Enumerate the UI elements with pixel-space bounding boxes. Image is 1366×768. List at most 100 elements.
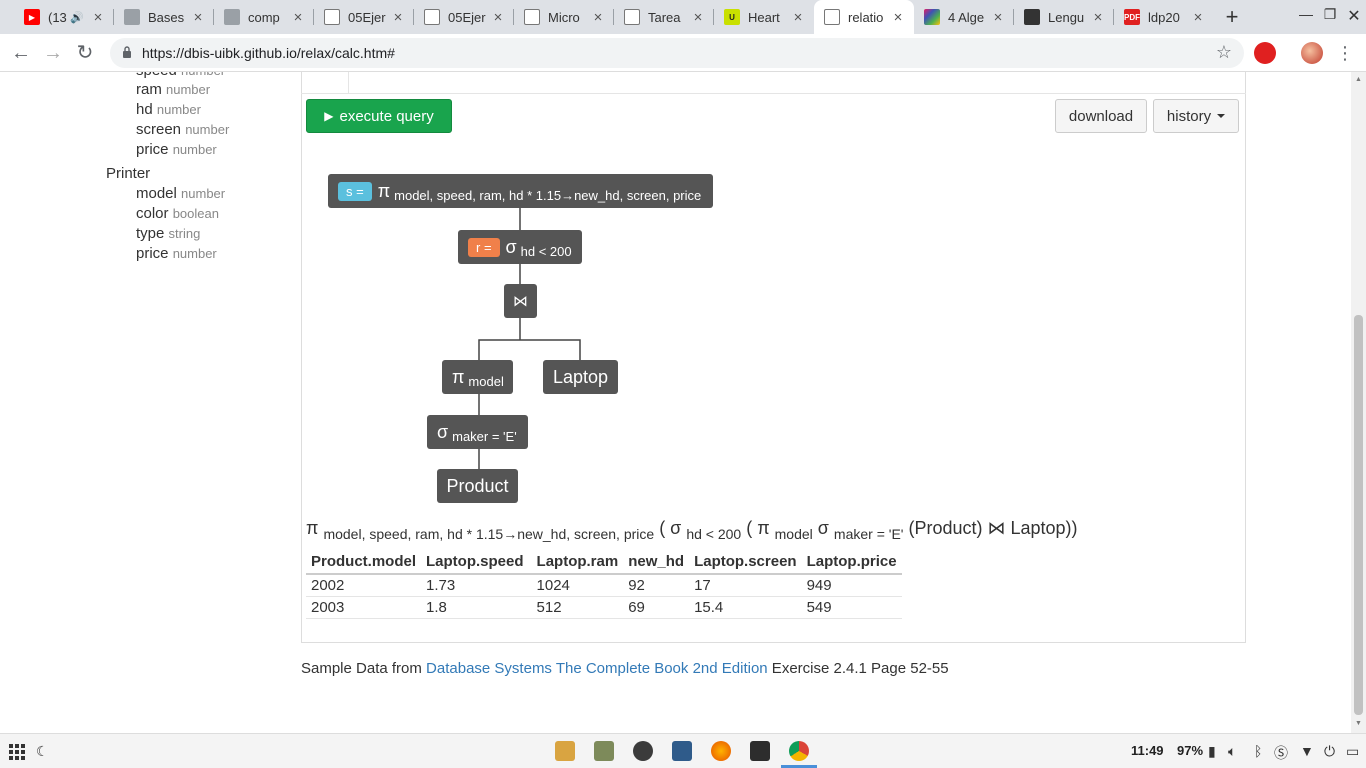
projection-node-model[interactable]: π model	[442, 360, 513, 394]
minimize-icon[interactable]: —	[1294, 6, 1318, 26]
tab-title: Tarea	[648, 9, 681, 25]
youtube-icon: ▶	[24, 9, 40, 25]
document-icon	[324, 9, 340, 25]
heart-site-icon: U	[724, 9, 740, 25]
browser-tab[interactable]: U Heart ×	[714, 0, 814, 34]
column-header: Laptop.speed	[421, 550, 532, 575]
clock[interactable]: 11:49	[1131, 743, 1164, 758]
reload-icon[interactable]: ↻	[72, 40, 98, 66]
table-cell: 1.73	[421, 574, 532, 597]
join-node[interactable]: ⋈	[504, 284, 537, 318]
url-text: https://dbis-uibk.github.io/relax/calc.h…	[142, 45, 395, 61]
scroll-down-icon[interactable]: ▼	[1355, 720, 1362, 727]
notifications-icon[interactable]: ▭	[1346, 743, 1359, 760]
browser-toolbar: ← → ↻ https://dbis-uibk.github.io/relax/…	[0, 34, 1366, 72]
power-icon[interactable]: ⏻	[1324, 743, 1335, 760]
close-icon[interactable]: ×	[1090, 9, 1106, 26]
table-header-row: Product.model Laptop.speed Laptop.ram ne…	[306, 550, 902, 575]
variable-badge-r: r =	[468, 237, 500, 257]
app-grid-icon[interactable]	[8, 743, 26, 761]
speaker-icon[interactable]: 🔊	[70, 11, 84, 24]
close-icon[interactable]: ×	[390, 9, 406, 26]
firefox-icon[interactable]	[711, 741, 731, 761]
column-header: Laptop.screen	[689, 550, 802, 575]
projection-node-s[interactable]: s = π model, speed, ram, hd * 1.15→new_hd…	[328, 174, 713, 208]
browser-tab[interactable]: Lengu ×	[1014, 0, 1114, 34]
browser-tab[interactable]: 05Ejer ×	[314, 0, 414, 34]
close-icon[interactable]: ×	[590, 9, 606, 26]
scroll-up-icon[interactable]: ▲	[1355, 76, 1362, 83]
battery-icon[interactable]: ▮	[1208, 743, 1216, 760]
close-icon[interactable]: ×	[790, 9, 806, 26]
browser-tab[interactable]: Bases ×	[114, 0, 214, 34]
table-cell: 512	[531, 596, 624, 619]
chrome-icon[interactable]	[789, 741, 809, 761]
browser-tab[interactable]: Micro ×	[514, 0, 614, 34]
close-icon[interactable]: ×	[290, 9, 306, 26]
bluetooth-icon[interactable]: ᛒ	[1254, 743, 1262, 759]
lock-icon	[123, 46, 131, 58]
close-icon[interactable]: ×	[690, 9, 706, 26]
browser-tab-active[interactable]: relatio ×	[814, 0, 914, 34]
back-icon[interactable]: ←	[8, 40, 34, 66]
browser-tab[interactable]: 05Ejer ×	[414, 0, 514, 34]
terminal-icon[interactable]	[750, 741, 770, 761]
profile-avatar[interactable]	[1301, 42, 1323, 64]
extension-stop-icon[interactable]	[1254, 42, 1276, 64]
close-icon[interactable]: ×	[90, 9, 106, 26]
table-cell: 1.8	[421, 596, 532, 619]
battery-percent[interactable]: 97%	[1177, 743, 1203, 758]
downloads-icon[interactable]	[555, 741, 575, 761]
pdf-icon: PDF	[1124, 9, 1140, 25]
browser-tab[interactable]: Tarea ×	[614, 0, 714, 34]
table-row: 2002 1.73 1024 92 17 949	[306, 574, 902, 597]
book-link[interactable]: Database Systems The Complete Book 2nd E…	[426, 660, 768, 677]
browser-tab[interactable]: ▶ (13 🔊 ×	[14, 0, 114, 34]
browser-tab[interactable]: PDF ldp20 ×	[1114, 0, 1214, 34]
close-icon[interactable]: ×	[490, 9, 506, 26]
os-taskbar: ☾ 11:49 97% ▮ 🔈︎ ᛒ Ⓢ ▼ ⏻ ▭	[0, 733, 1366, 768]
browser-tab[interactable]: 4 Alge ×	[914, 0, 1014, 34]
query-formula: π model, speed, ram, hd * 1.15→new_hd, s…	[306, 518, 1078, 542]
volume-icon[interactable]: 🔈︎	[1228, 743, 1236, 760]
skype-icon[interactable]: Ⓢ	[1274, 743, 1288, 763]
table-cell: 17	[689, 574, 802, 597]
table-row: 2003 1.8 512 69 15.4 549	[306, 596, 902, 619]
sample-data-footer: Sample Data from Database Systems The Co…	[301, 660, 949, 677]
close-icon[interactable]: ×	[890, 9, 906, 26]
page-thumbnail-icon	[124, 9, 140, 25]
selection-node-r[interactable]: r = σ hd < 200	[458, 230, 582, 264]
new-tab-button[interactable]: +	[1219, 4, 1245, 30]
tab-title: Bases	[148, 9, 185, 25]
close-icon[interactable]: ×	[1190, 9, 1206, 26]
tab-title: (13	[48, 9, 67, 25]
screenshot-tool-icon[interactable]	[672, 741, 692, 761]
table-cell: 92	[623, 574, 690, 597]
close-icon[interactable]: ×	[990, 9, 1006, 26]
column-header: Laptop.ram	[531, 550, 624, 575]
close-window-icon[interactable]: ✕	[1342, 6, 1366, 26]
wifi-icon[interactable]: ▼	[1300, 743, 1314, 759]
page-scrollbar[interactable]: ▲ ▼	[1351, 72, 1366, 733]
relation-node-product[interactable]: Product	[437, 469, 518, 503]
music-player-icon[interactable]	[633, 741, 653, 761]
forward-icon[interactable]: →	[40, 40, 66, 66]
table-cell: 949	[801, 574, 902, 597]
tab-title: relatio	[848, 9, 884, 25]
document-icon	[624, 9, 640, 25]
tab-title: Lengu	[1048, 9, 1085, 25]
selection-node-maker[interactable]: σ maker = 'E'	[427, 415, 528, 449]
scrollbar-thumb[interactable]	[1354, 315, 1363, 715]
relation-node-laptop[interactable]: Laptop	[543, 360, 618, 394]
night-mode-icon[interactable]: ☾	[36, 743, 49, 760]
table-cell: 549	[801, 596, 902, 619]
file-manager-icon[interactable]	[594, 741, 614, 761]
column-header: new_hd	[623, 550, 690, 575]
menu-kebab-icon[interactable]: ⋮	[1332, 40, 1358, 66]
tab-title: comp	[248, 9, 280, 25]
bookmark-star-icon[interactable]: ☆	[1216, 42, 1232, 63]
browser-tab[interactable]: comp ×	[214, 0, 314, 34]
address-bar[interactable]: https://dbis-uibk.github.io/relax/calc.h…	[110, 38, 1244, 68]
close-icon[interactable]: ×	[190, 9, 206, 26]
restore-icon[interactable]: ❐	[1318, 6, 1342, 26]
